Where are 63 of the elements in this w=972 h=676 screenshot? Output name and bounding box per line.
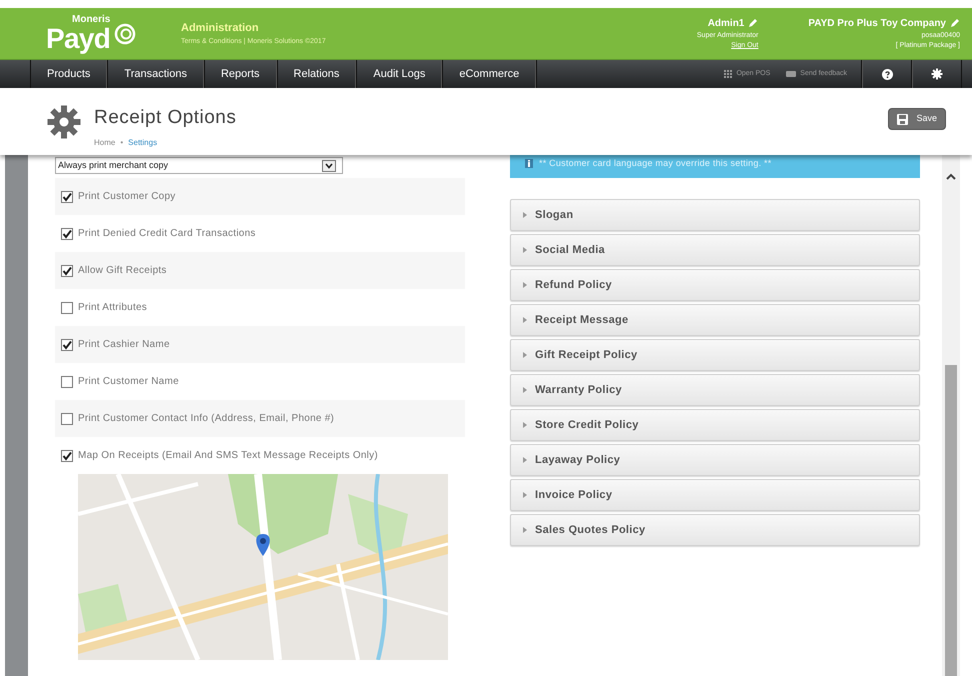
checkbox[interactable] bbox=[61, 412, 73, 424]
breadcrumb-separator: • bbox=[120, 136, 124, 148]
accordion-header[interactable]: Receipt Message bbox=[510, 304, 920, 336]
breadcrumb-item: Home bbox=[94, 136, 116, 148]
caret-right-icon bbox=[523, 317, 527, 323]
option-label: Allow Gift Receipts bbox=[78, 264, 167, 278]
scrollbar-thumb[interactable] bbox=[945, 365, 957, 676]
logo-swirl-icon bbox=[114, 22, 136, 44]
page-title: Receipt Options bbox=[94, 106, 236, 130]
caret-right-icon bbox=[523, 492, 527, 498]
checkmark-icon bbox=[62, 192, 72, 202]
caret-right-icon bbox=[523, 352, 527, 358]
accordion-header[interactable]: Layaway Policy bbox=[510, 444, 920, 476]
logo-subtitle: Moneris bbox=[72, 14, 110, 24]
accordion-header[interactable]: Gift Receipt Policy bbox=[510, 339, 920, 371]
accordion-header[interactable]: Invoice Policy bbox=[510, 479, 920, 511]
checkbox[interactable] bbox=[61, 228, 73, 240]
option-label: Print Denied Credit Card Transactions bbox=[78, 227, 256, 241]
checkmark-icon bbox=[62, 450, 72, 460]
grid-icon bbox=[724, 70, 732, 78]
checkbox[interactable] bbox=[61, 376, 73, 388]
caret-right-icon bbox=[523, 387, 527, 393]
user-name: Admin1 bbox=[708, 16, 758, 30]
checkmark-icon bbox=[62, 228, 72, 238]
save-button[interactable]: Save bbox=[888, 108, 946, 130]
info-icon bbox=[525, 159, 533, 168]
option-label: Print Attributes bbox=[78, 301, 148, 315]
accordion-header[interactable]: Store Credit Policy bbox=[510, 409, 920, 441]
checkbox[interactable] bbox=[61, 190, 73, 202]
caret-right-icon bbox=[523, 212, 527, 218]
checkbox[interactable] bbox=[61, 338, 73, 350]
checkmark-icon bbox=[62, 340, 72, 350]
accordion-header[interactable]: Social Media bbox=[510, 234, 920, 266]
merchant-copy-select[interactable]: Always print merchant copy bbox=[55, 157, 343, 174]
checkbox[interactable] bbox=[61, 302, 73, 314]
accordion-header[interactable]: Warranty Policy bbox=[510, 374, 920, 406]
checkbox[interactable] bbox=[61, 450, 73, 462]
accordion-header[interactable]: Refund Policy bbox=[510, 269, 920, 301]
checkbox[interactable] bbox=[61, 264, 73, 276]
scroll-up-icon[interactable] bbox=[946, 173, 956, 180]
accordion-header[interactable]: Slogan bbox=[510, 199, 920, 231]
accordion-header[interactable]: Sales Quotes Policy bbox=[510, 514, 920, 546]
option-label: Print Customer Contact Info (Address, Email, Phone #) bbox=[78, 412, 334, 426]
caret-right-icon bbox=[523, 527, 527, 533]
checkmark-icon bbox=[62, 266, 72, 276]
caret-right-icon bbox=[523, 422, 527, 428]
dropdown-arrow-icon bbox=[322, 160, 336, 172]
keyboard-icon bbox=[786, 71, 796, 77]
breadcrumb-link[interactable]: Settings bbox=[128, 136, 158, 148]
caret-right-icon bbox=[523, 282, 527, 288]
company-name: PAYD Pro Plus Toy Company bbox=[808, 16, 960, 30]
app-title: Administration bbox=[181, 21, 260, 36]
option-label: Map On Receipts (Email And SMS Text Message Receipts Only) bbox=[78, 449, 378, 463]
caret-right-icon bbox=[523, 457, 527, 463]
option-label: Print Customer Copy bbox=[78, 190, 176, 204]
help-icon bbox=[882, 68, 892, 80]
option-label: Print Cashier Name bbox=[78, 338, 170, 352]
settings-icon bbox=[931, 68, 943, 80]
gear-icon bbox=[46, 104, 82, 140]
logo: Payd bbox=[46, 24, 110, 52]
option-label: Print Customer Name bbox=[78, 375, 179, 389]
caret-right-icon bbox=[523, 247, 527, 253]
info-banner: ** Customer card language may override this setting. ** bbox=[510, 155, 920, 178]
